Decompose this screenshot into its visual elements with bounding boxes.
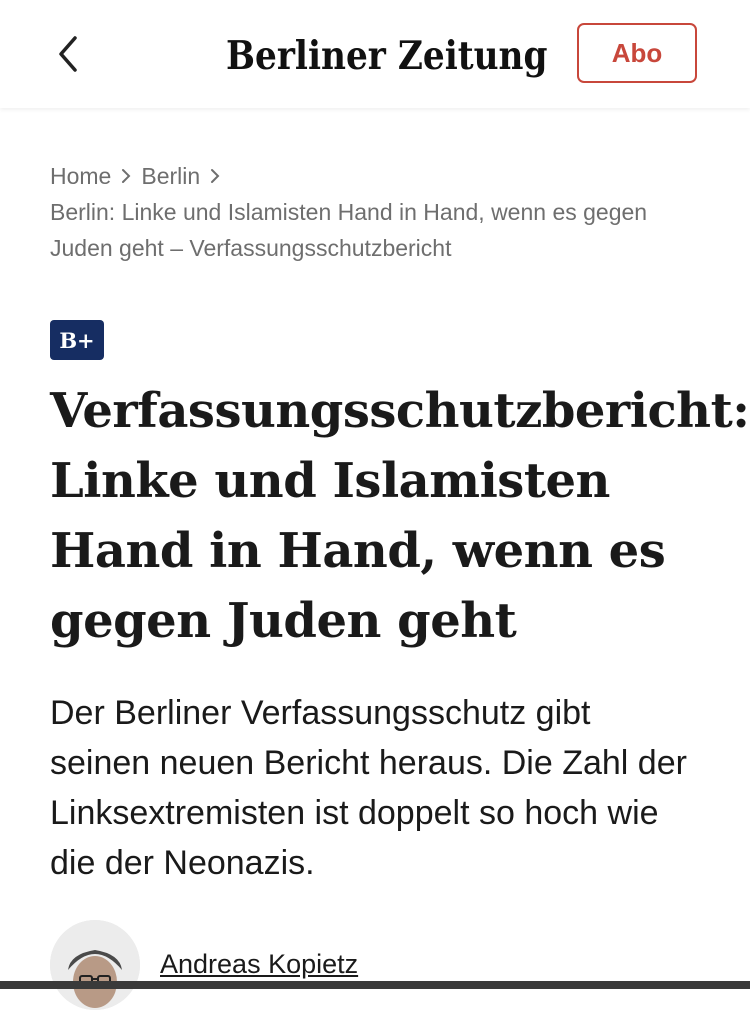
breadcrumb-current: Berlin: Linke und Islamisten Hand in Han… — [50, 199, 648, 261]
bplus-badge: B+ — [50, 320, 104, 360]
top-header: Berliner Zeitung Abo — [0, 0, 750, 108]
breadcrumb-home-link[interactable]: Home — [50, 158, 111, 194]
breadcrumb: Home Berlin Berlin: Linke und Islamisten… — [50, 158, 700, 266]
bottom-bar — [0, 981, 750, 989]
author-link[interactable]: Andreas Kopietz — [160, 944, 358, 984]
breadcrumb-berlin-link[interactable]: Berlin — [141, 158, 200, 194]
abo-button[interactable]: Abo — [577, 23, 697, 83]
author-photo — [50, 920, 140, 1010]
article-headline: Verfassungsschutzbericht: Linke und Isla… — [50, 383, 750, 649]
chevron-left-icon — [59, 36, 77, 72]
chevron-right-icon — [121, 168, 131, 184]
chevron-right-icon — [210, 168, 220, 184]
back-button[interactable] — [44, 28, 92, 80]
author-avatar[interactable] — [50, 920, 140, 1010]
article-lead: Der Berliner Verfassungsschutz gibt sein… — [50, 694, 687, 882]
logo[interactable]: Berliner Zeitung — [226, 26, 548, 86]
